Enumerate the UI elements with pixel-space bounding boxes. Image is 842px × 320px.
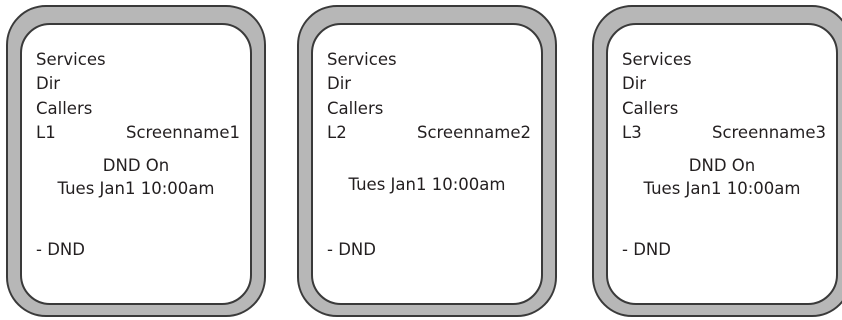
datetime-text: Tues Jan1 10:00am <box>643 179 801 198</box>
menu-item-services[interactable]: Services <box>36 50 106 70</box>
lcd-screen: Services Dir Callers L1 Screenname1 DND … <box>20 23 252 305</box>
screenname-label: Screenname3 <box>711 123 826 142</box>
line-label: L3 <box>622 123 642 142</box>
dnd-status-text: DND On <box>102 156 170 175</box>
line-label: L2 <box>327 123 347 142</box>
phone-display-2: Services Dir Callers L2 Screenname2 Tues… <box>297 5 557 317</box>
dnd-softkey[interactable]: - DND <box>36 240 85 260</box>
menu-item-callers[interactable]: Callers <box>327 99 383 119</box>
lcd-screen: Services Dir Callers L2 Screenname2 Tues… <box>311 23 543 305</box>
line-row[interactable]: L2 Screenname2 <box>327 123 531 143</box>
menu-item-dir[interactable]: Dir <box>622 74 646 94</box>
line-label: L1 <box>36 123 56 142</box>
dnd-status-text: DND On <box>688 156 756 175</box>
menu-item-callers[interactable]: Callers <box>622 99 678 119</box>
datetime-text: Tues Jan1 10:00am <box>348 175 506 194</box>
line-row[interactable]: L3 Screenname3 <box>622 123 826 143</box>
dnd-softkey[interactable]: - DND <box>327 240 376 260</box>
lcd-screen: Services Dir Callers L3 Screenname3 DND … <box>606 23 838 305</box>
phone-display-1: Services Dir Callers L1 Screenname1 DND … <box>6 5 266 317</box>
screenname-label: Screenname1 <box>125 123 240 142</box>
menu-item-callers[interactable]: Callers <box>36 99 92 119</box>
menu-item-services[interactable]: Services <box>622 50 692 70</box>
phone-display-3: Services Dir Callers L3 Screenname3 DND … <box>592 5 842 317</box>
screenname-label: Screenname2 <box>416 123 531 142</box>
line-row[interactable]: L1 Screenname1 <box>36 123 240 143</box>
menu-item-dir[interactable]: Dir <box>36 74 60 94</box>
menu-item-services[interactable]: Services <box>327 50 397 70</box>
datetime-text: Tues Jan1 10:00am <box>57 179 215 198</box>
dnd-softkey[interactable]: - DND <box>622 240 671 260</box>
menu-item-dir[interactable]: Dir <box>327 74 351 94</box>
